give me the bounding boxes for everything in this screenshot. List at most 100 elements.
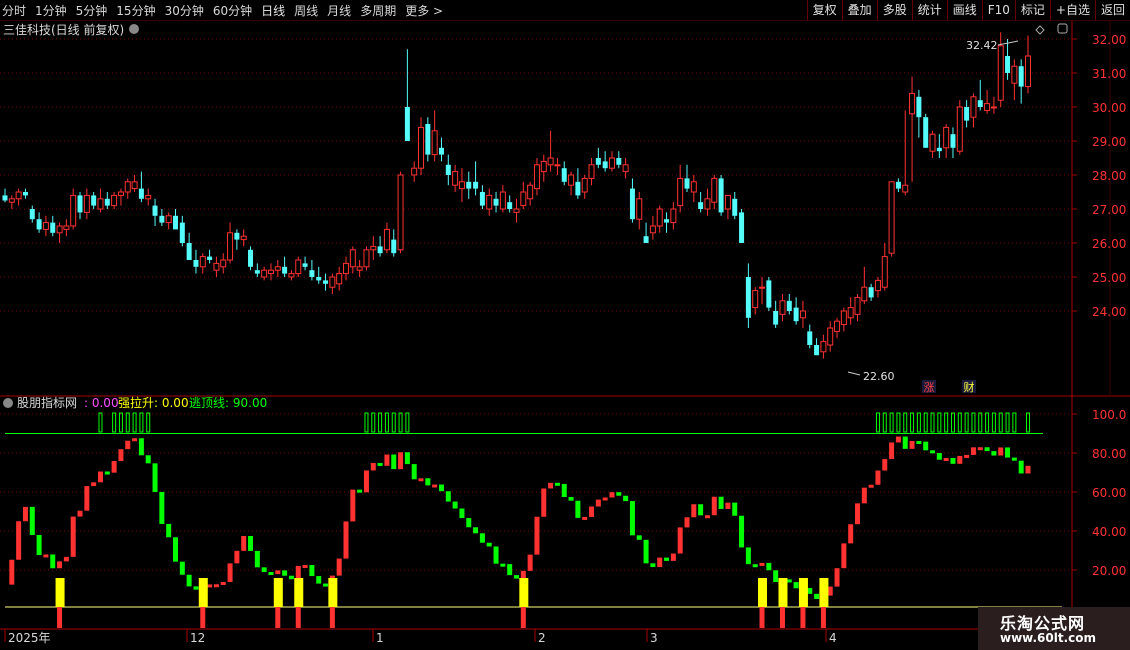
oscillator-bar [554,482,560,486]
oscillator-bar [425,478,431,486]
oscillator-bar [677,527,683,554]
candle-body [445,164,451,175]
oscillator-bar [50,554,56,569]
top-signal-marker [132,412,137,433]
candle-body [397,174,404,251]
candle-body [895,181,901,189]
candle-body [458,181,465,190]
candle-body [677,177,684,207]
candle-body [868,287,874,298]
stock-chart[interactable]: 32.00 31.00 30.00 29.00 28.00 27.00 26.00 25.00… [0,0,1130,650]
candle-body [752,290,759,309]
oscillator-bar [698,504,704,516]
candle-body [466,181,472,189]
oscillator-bar [213,584,219,588]
oscillator-bar [363,470,369,493]
candle-body [739,212,745,243]
oscillator-bar [977,447,983,451]
candle-body [950,134,956,148]
oscillator-bar [541,488,547,517]
candle-body [575,181,581,196]
candle-body [117,191,124,196]
oscillator-bar [514,575,519,579]
candle-body [690,181,697,193]
candle-body [227,232,234,261]
candle-body [152,205,158,216]
oscillator-bar [445,491,451,502]
oscillator-bar [609,492,615,498]
candle-body [956,106,963,152]
candle-body [793,307,799,322]
candle-body [240,235,247,241]
candle-body [779,300,786,315]
candle-body [213,262,220,271]
oscillator-bar [766,562,772,571]
candle-body [984,103,991,111]
oscillator-bar [404,452,410,465]
candle-body [698,202,704,209]
price-tick-label: 27.00 [1092,203,1126,217]
candle-body [193,260,199,267]
candle-body [608,157,615,169]
oscillator-bar [391,454,397,470]
diamond-icon [1035,25,1045,35]
top-signal-marker [398,412,403,433]
oscillator-bar [91,482,97,487]
candle-body [684,178,690,189]
date-label: 2025年 [8,631,51,645]
candle-body [997,45,1004,101]
oscillator-bar [282,570,288,576]
oscillator-bar [384,454,390,466]
top-signal-marker [998,412,1003,433]
oscillator-bar [370,462,376,471]
oscillator-bar [70,516,76,557]
top-signal-marker [971,412,976,433]
oscillator-bar [786,579,792,583]
oscillator-bar [568,497,574,501]
oscillator-bar [507,564,513,576]
candle-body [479,192,485,206]
candle-body [547,157,554,166]
candle-body [316,277,322,281]
candle-body [745,277,751,318]
oscillator-bar [432,484,438,488]
oscillator-bar [882,459,888,471]
candle-body [131,181,138,190]
candle-body [425,124,431,155]
oscillator-bar [77,510,83,517]
candle-body [759,286,766,289]
oscillator-bar [302,564,308,568]
candle-body [473,181,479,189]
candle-body [97,198,104,210]
top-signal-marker [391,412,396,433]
top-signal-marker [896,412,901,433]
candle-body [309,270,315,277]
candle-body [820,341,827,353]
oscillator-bar [111,461,117,473]
candle-body [622,164,629,173]
oscillator-bar [493,546,499,564]
oscillator-bar [261,567,267,573]
candle-body [861,286,868,302]
oscillator-bar [118,449,124,462]
candle-body [391,239,397,254]
oscillator-bar [561,483,567,498]
oscillator-bar [398,452,404,470]
candle-body [8,198,15,203]
chevron-down-icon [129,24,139,34]
candle-body [159,215,165,223]
oscillator-bar [861,487,867,504]
candle-body [207,256,213,260]
buy-signal-stem [800,607,806,628]
oscillator-bar [473,527,479,534]
oscillator-bar [711,496,717,516]
oscillator-bar [1025,465,1031,474]
oscillator-bar [275,570,281,575]
top-signal-marker [930,412,935,433]
oscillator-bar [22,506,28,522]
indicator-label3: 逃顶线: 90.00 [189,396,267,410]
oscillator-bar [316,576,322,584]
date-label: 12 [190,631,205,645]
oscillator-bar [848,524,854,544]
top-signal-marker [889,412,894,433]
